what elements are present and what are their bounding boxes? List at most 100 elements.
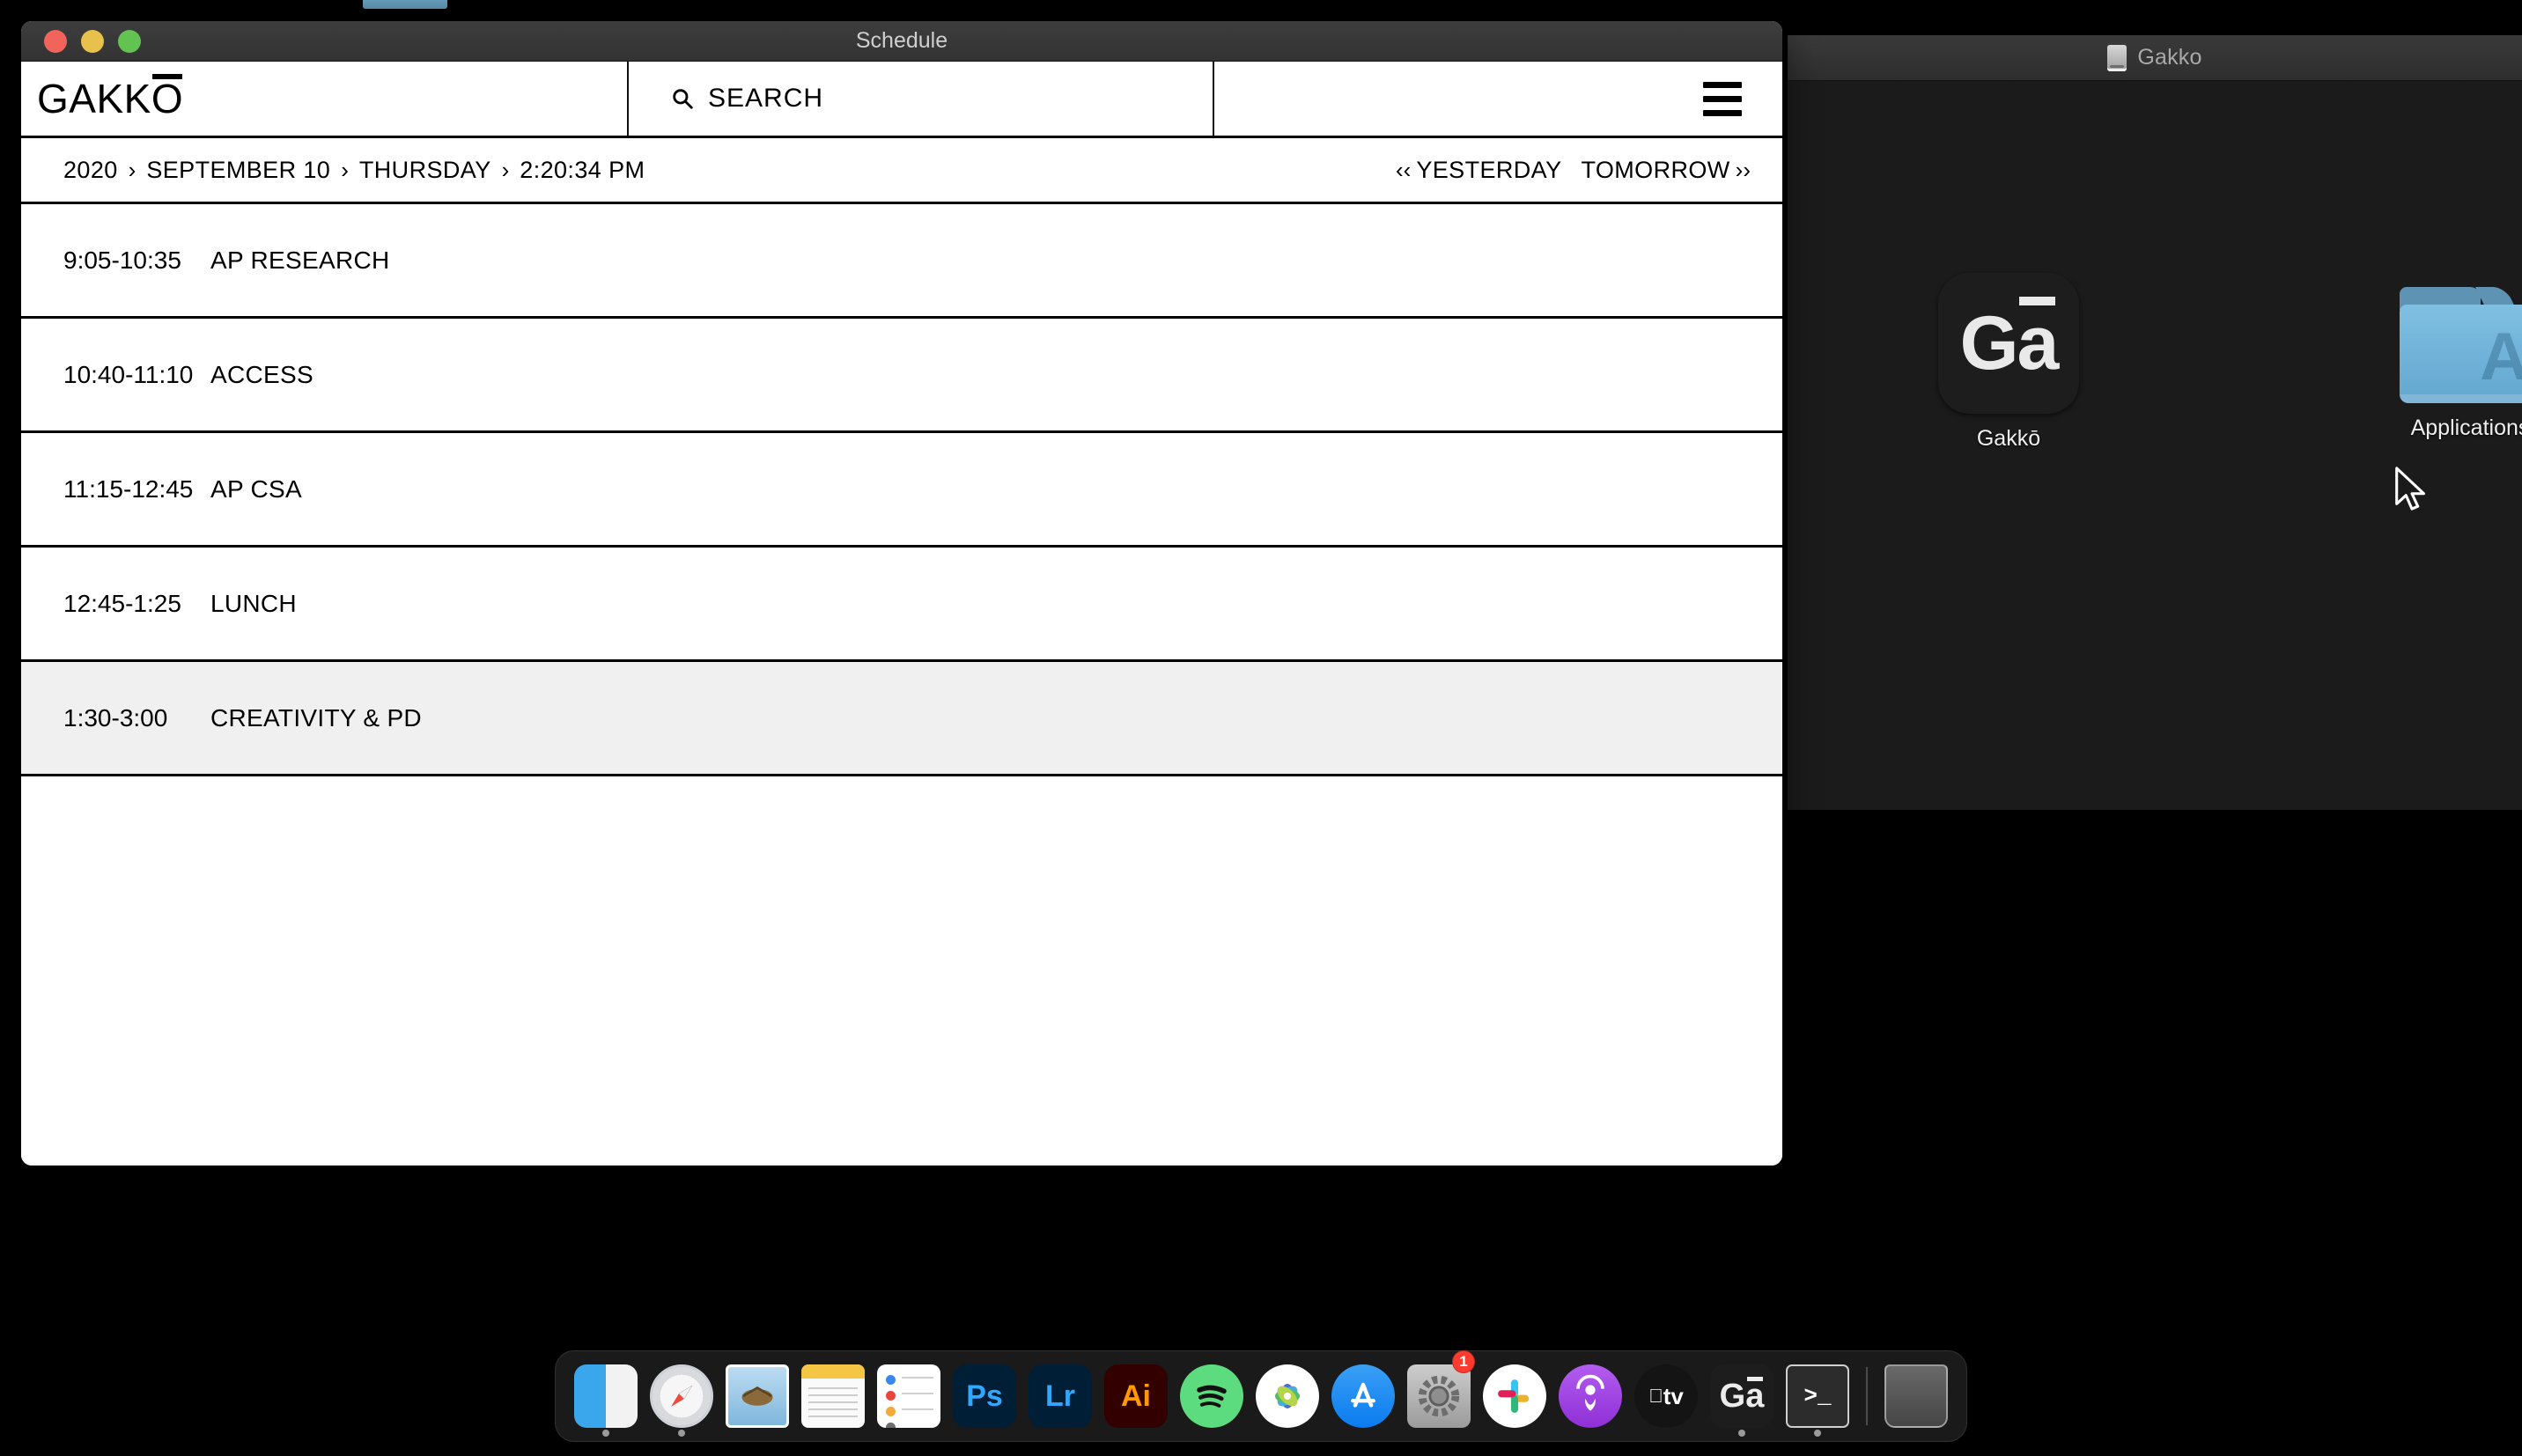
row-time: 11:15-12:45 — [63, 474, 194, 503]
table-row[interactable]: 11:15-12:45 AP CSA — [21, 433, 1782, 548]
row-course: AP RESEARCH — [210, 246, 390, 274]
photoshop-icon: Ps — [953, 1364, 1016, 1428]
breadcrumb-year[interactable]: 2020 — [63, 157, 118, 184]
menu-button[interactable] — [1214, 62, 1782, 136]
table-row-current[interactable]: 1:30-3:00 CREATIVITY & PD — [21, 662, 1782, 776]
breadcrumb-separator: › — [501, 156, 510, 183]
row-time: 12:45-1:25 — [63, 589, 181, 617]
slack-icon — [1483, 1364, 1546, 1428]
running-indicator — [602, 1430, 609, 1437]
system-preferences-icon — [1407, 1364, 1471, 1428]
lightroom-icon: Lr — [1029, 1364, 1092, 1428]
dock-item-podcasts[interactable] — [1552, 1350, 1628, 1442]
dock-item-slack[interactable] — [1477, 1350, 1552, 1442]
schedule-window[interactable]: Schedule GAKKO SEARCH 2020 › SEPTEMBER 1 — [21, 21, 1782, 1166]
dock-separator — [1866, 1367, 1868, 1425]
applications-folder-icon: A — [2400, 287, 2522, 403]
minimize-button[interactable] — [81, 29, 104, 53]
terminal-icon: >_ — [1786, 1364, 1849, 1428]
breadcrumb-time: 2:20:34 PM — [520, 156, 645, 183]
dock-item-safari[interactable] — [644, 1350, 719, 1442]
app-logo[interactable]: GAKKO — [21, 62, 629, 136]
day-navigation: ‹‹ YESTERDAY TOMORROW ›› — [1396, 157, 1751, 184]
podcasts-icon — [1559, 1364, 1622, 1428]
dock-item-notes[interactable] — [795, 1350, 871, 1442]
safari-icon — [650, 1364, 713, 1428]
breadcrumb-bar: 2020 › SEPTEMBER 10 › THURSDAY › 2:20:34… — [21, 138, 1782, 204]
notification-badge: 1 — [1452, 1350, 1475, 1373]
dock-item-photos[interactable] — [1250, 1350, 1325, 1442]
gakko-icon: Ga — [1710, 1364, 1774, 1428]
window-titlebar[interactable]: Schedule — [21, 21, 1782, 62]
running-indicator — [1738, 1430, 1745, 1437]
tomorrow-label: TOMORROW — [1581, 156, 1730, 183]
breadcrumb-date[interactable]: SEPTEMBER 10 — [146, 157, 330, 184]
row-course: AP CSA — [210, 474, 302, 503]
gakko-app-icon: Ga — [1938, 273, 2079, 414]
app-header: GAKKO SEARCH — [21, 62, 1782, 138]
desktop-icon-label: Gakkō — [1976, 426, 2041, 451]
yesterday-label: YESTERDAY — [1416, 156, 1562, 183]
screen: Gakko Ga Gakkō A Applications Schedule G… — [0, 0, 2522, 1456]
desktop-icon-label: Applications — [2410, 415, 2522, 440]
table-row[interactable]: 9:05-10:35 AP RESEARCH — [21, 204, 1782, 319]
traffic-lights — [21, 29, 141, 53]
chevron-right-icon: ›› — [1735, 156, 1751, 183]
dock-item-lightroom[interactable]: Lr — [1022, 1350, 1098, 1442]
dock-item-trash[interactable] — [1878, 1350, 1954, 1442]
dock-item-terminal[interactable]: >_ — [1780, 1350, 1855, 1442]
hamburger-icon[interactable] — [1703, 81, 1742, 116]
notes-icon — [801, 1364, 865, 1428]
mail-icon — [726, 1364, 789, 1428]
search-input[interactable]: SEARCH — [629, 62, 1214, 136]
app-store-icon — [1331, 1364, 1395, 1428]
table-row[interactable]: 12:45-1:25 LUNCH — [21, 548, 1782, 662]
dock-item-apple-tv[interactable]: tv — [1628, 1350, 1704, 1442]
running-indicator — [678, 1430, 685, 1437]
photos-icon — [1256, 1364, 1319, 1428]
mouse-cursor — [2395, 467, 2425, 511]
spotify-icon — [1180, 1364, 1243, 1428]
app-store-glyph: A — [2480, 320, 2522, 394]
row-course: CREATIVITY & PD — [210, 703, 422, 732]
close-button[interactable] — [44, 29, 67, 53]
schedule-empty-area — [21, 776, 1782, 1166]
dock-item-photoshop[interactable]: Ps — [947, 1350, 1022, 1442]
chevron-left-icon: ‹‹ — [1396, 156, 1412, 183]
maximize-button[interactable] — [118, 29, 141, 53]
tomorrow-button[interactable]: TOMORROW ›› — [1581, 157, 1751, 184]
dock-item-app-store[interactable] — [1325, 1350, 1401, 1442]
dock-item-system-preferences[interactable]: 1 — [1401, 1350, 1477, 1442]
running-indicator — [1814, 1430, 1821, 1437]
drive-icon — [2107, 44, 2127, 71]
finder-icon — [574, 1364, 638, 1428]
search-icon — [673, 89, 693, 109]
background-window-title: Gakko — [2137, 45, 2202, 70]
window-title: Schedule — [855, 28, 948, 53]
breadcrumb-weekday[interactable]: THURSDAY — [359, 157, 491, 184]
row-course: ACCESS — [210, 360, 313, 388]
dock-item-mail[interactable] — [719, 1350, 795, 1442]
background-window-body — [1788, 81, 2522, 810]
breadcrumb-separator: › — [128, 156, 136, 183]
breadcrumb-separator: › — [341, 156, 349, 183]
dock-item-spotify[interactable] — [1174, 1350, 1250, 1442]
search-placeholder: SEARCH — [708, 84, 824, 113]
dock-item-finder[interactable] — [568, 1350, 644, 1442]
illustrator-icon: Ai — [1104, 1364, 1168, 1428]
apple-tv-icon: tv — [1634, 1364, 1698, 1428]
reminders-icon — [877, 1364, 940, 1428]
app-logo-text: GAKKO — [37, 76, 184, 121]
breadcrumb: 2020 › SEPTEMBER 10 › THURSDAY › 2:20:34… — [63, 157, 645, 184]
partial-folder-fragment — [363, 0, 447, 9]
dock-item-illustrator[interactable]: Ai — [1098, 1350, 1174, 1442]
desktop-icon-applications[interactable]: A Applications — [2369, 275, 2522, 441]
table-row[interactable]: 10:40-11:10 ACCESS — [21, 319, 1782, 433]
row-time: 9:05-10:35 — [63, 246, 181, 274]
dock-item-gakko[interactable]: Ga — [1704, 1350, 1780, 1442]
trash-icon — [1884, 1364, 1948, 1428]
dock-item-reminders[interactable] — [871, 1350, 947, 1442]
row-time: 1:30-3:00 — [63, 703, 168, 732]
yesterday-button[interactable]: ‹‹ YESTERDAY — [1396, 157, 1561, 184]
desktop-icon-gakko[interactable]: Ga Gakkō — [1907, 273, 2110, 452]
